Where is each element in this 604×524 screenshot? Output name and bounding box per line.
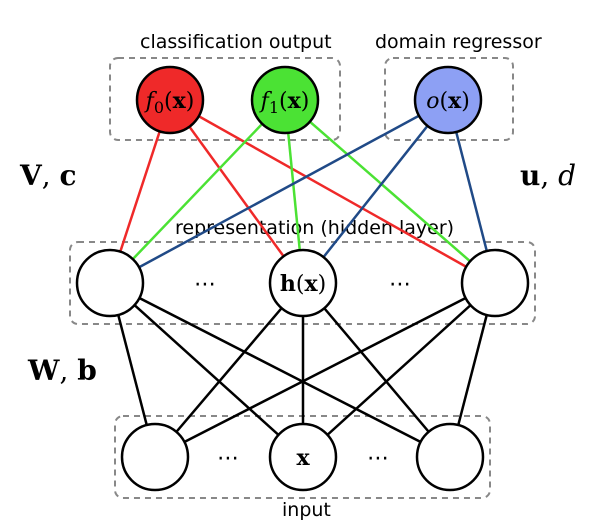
node-input-right [417,424,483,490]
label-f0: f0(x) [144,88,195,117]
param-Vc: V, c [19,159,77,192]
label-f1: f1(x) [259,88,310,117]
dots-hidden-left: ⋯ [194,272,216,297]
label-o: o(x) [426,88,470,114]
node-hidden-right [462,250,528,316]
node-input-left [122,424,188,490]
label-h: h(x) [280,271,326,297]
dots-hidden-right: ⋯ [389,272,411,297]
dots-input-right: ⋯ [367,446,389,471]
node-hidden-left [77,250,143,316]
label-domain: domain regressor [375,31,542,53]
label-x: x [296,445,310,471]
dots-input-left: ⋯ [217,446,239,471]
label-input: input [282,499,331,521]
nn-diagram: classification output domain regressor r… [0,0,604,524]
param-ud: u, d [520,159,576,192]
param-Wb: W, b [27,354,97,387]
label-classification: classification output [140,31,332,53]
